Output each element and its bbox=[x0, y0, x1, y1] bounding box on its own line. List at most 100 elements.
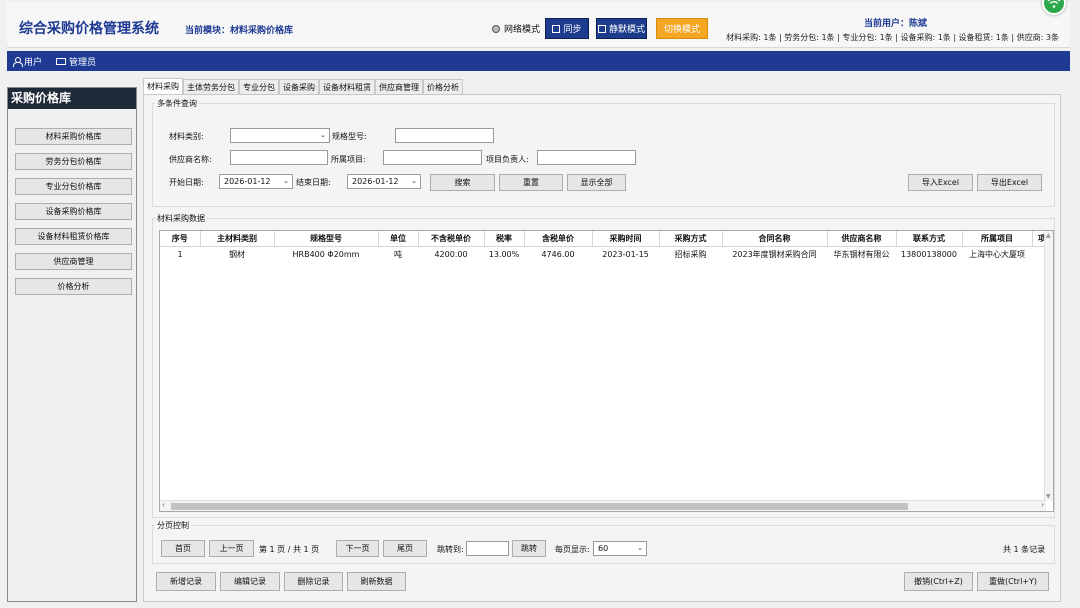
end-date-picker[interactable]: 2026-01-12 ⌄ bbox=[347, 174, 421, 189]
sync-icon bbox=[552, 24, 561, 33]
column-header[interactable]: 采购时间 bbox=[592, 231, 660, 247]
column-header[interactable]: 主材料类别 bbox=[200, 231, 275, 247]
table-cell: 钢材 bbox=[229, 249, 245, 259]
user-menu-label: 用户 bbox=[24, 57, 43, 68]
record-stats: 材料采购: 1条 | 劳务分包: 1条 | 专业分包: 1条 | 设备采购: 1… bbox=[726, 33, 1059, 42]
column-header[interactable]: 不含税单价 bbox=[418, 231, 485, 247]
tab-labor-subcontract[interactable]: 主体劳务分包 bbox=[183, 79, 239, 94]
sync-button[interactable]: 同步 bbox=[545, 18, 589, 39]
current-module-label: 当前模块：材料采购价格库 bbox=[185, 26, 294, 36]
column-header[interactable]: 税率 bbox=[484, 231, 525, 247]
undo-button[interactable]: 撤销(Ctrl+Z) bbox=[904, 572, 973, 591]
switch-mode-button[interactable]: 切换模式 bbox=[656, 18, 708, 39]
admin-menu[interactable]: 管理员 bbox=[56, 55, 96, 68]
first-page-button[interactable]: 首页 bbox=[161, 540, 205, 557]
table-cell: 13800138000 bbox=[901, 249, 957, 259]
tab-supplier-management[interactable]: 供应商管理 bbox=[375, 79, 423, 94]
spec-label: 规格型号: bbox=[332, 132, 367, 141]
table-cell: 招标采购 bbox=[674, 249, 707, 259]
sidebar-item-equipment-rental[interactable]: 设备材料租赁价格库 bbox=[15, 228, 132, 245]
horizontal-scroll-thumb[interactable] bbox=[171, 503, 908, 510]
delete-record-button[interactable]: 删除记录 bbox=[284, 572, 343, 591]
redo-button[interactable]: 重做(Ctrl+Y) bbox=[977, 572, 1049, 591]
vertical-scrollbar[interactable]: ▲ ▼ bbox=[1044, 231, 1053, 501]
reset-button[interactable]: 重置 bbox=[499, 174, 563, 191]
search-button[interactable]: 搜索 bbox=[430, 174, 495, 191]
silent-mode-icon bbox=[597, 24, 606, 33]
tab-special-subcontract[interactable]: 专业分包 bbox=[239, 79, 279, 94]
export-excel-button[interactable]: 导出Excel bbox=[977, 174, 1042, 191]
network-status-icon bbox=[492, 24, 500, 33]
edit-record-button[interactable]: 编辑记录 bbox=[220, 572, 280, 591]
scroll-right-icon[interactable]: › bbox=[1041, 501, 1044, 509]
horizontal-scrollbar[interactable]: ‹ › bbox=[160, 500, 1046, 511]
scroll-up-icon[interactable]: ▲ bbox=[1046, 232, 1051, 239]
jump-page-input[interactable] bbox=[466, 541, 509, 556]
add-record-button[interactable]: 新增记录 bbox=[156, 572, 216, 591]
sidebar-title: 采购价格库 bbox=[8, 88, 136, 109]
column-header[interactable]: 采购方式 bbox=[659, 231, 723, 247]
sidebar-item-equipment-purchase[interactable]: 设备采购价格库 bbox=[15, 203, 132, 220]
spec-input[interactable] bbox=[395, 128, 494, 143]
chevron-down-icon: ⌄ bbox=[411, 177, 417, 185]
tab-price-analysis[interactable]: 价格分析 bbox=[423, 79, 463, 94]
column-header[interactable]: 合同名称 bbox=[722, 231, 828, 247]
material-type-select[interactable]: ⌄ bbox=[230, 128, 330, 143]
sidebar: 采购价格库 材料采购价格库 劳务分包价格库 专业分包价格库 设备采购价格库 设备… bbox=[7, 87, 137, 602]
project-input[interactable] bbox=[383, 150, 482, 165]
tab-equipment-rental[interactable]: 设备材料租赁 bbox=[319, 79, 375, 94]
table-row[interactable]: 1 钢材 HRB400 Φ20mm 吨 4200.00 13.00% 4746.… bbox=[160, 246, 1052, 262]
prev-page-button[interactable]: 上一页 bbox=[209, 540, 254, 557]
app-header: 综合采购价格管理系统 当前模块：材料采购价格库 网络模式 同步 静默模式 切换模… bbox=[7, 2, 1070, 48]
end-date-value: 2026-01-12 bbox=[352, 177, 399, 186]
supplier-name-label: 供应商名称: bbox=[169, 155, 212, 164]
admin-menu-label: 管理员 bbox=[69, 57, 97, 68]
top-nav-bar: 用户 管理员 bbox=[7, 51, 1070, 71]
sidebar-item-special-subcontract[interactable]: 专业分包价格库 bbox=[15, 178, 132, 195]
show-all-button[interactable]: 显示全部 bbox=[567, 174, 626, 191]
import-excel-button[interactable]: 导入Excel bbox=[908, 174, 973, 191]
column-header[interactable]: 供应商名称 bbox=[827, 231, 897, 247]
project-manager-label: 项目负责人: bbox=[486, 155, 529, 164]
column-header[interactable]: 规格型号 bbox=[274, 231, 379, 247]
column-header[interactable]: 单位 bbox=[378, 231, 419, 247]
jump-button[interactable]: 跳转 bbox=[512, 540, 546, 557]
table-cell: 4746.00 bbox=[541, 249, 575, 259]
tab-material-purchase[interactable]: 材料采购 bbox=[143, 78, 183, 94]
refresh-data-button[interactable]: 刷新数据 bbox=[347, 572, 406, 591]
sidebar-item-labor-subcontract[interactable]: 劳务分包价格库 bbox=[15, 153, 132, 170]
tab-equipment-purchase[interactable]: 设备采购 bbox=[279, 79, 319, 94]
total-records: 共 1 条记录 bbox=[1003, 545, 1046, 554]
start-date-picker[interactable]: 2026-01-12 ⌄ bbox=[219, 174, 293, 189]
chevron-down-icon: ⌄ bbox=[283, 177, 289, 185]
per-page-select[interactable]: 60 ⌄ bbox=[593, 541, 647, 556]
current-user-label: 当前用户：陈斌 bbox=[864, 19, 928, 29]
column-header[interactable]: 联系方式 bbox=[896, 231, 963, 247]
column-header[interactable]: 含税单价 bbox=[524, 231, 593, 247]
project-label: 所属项目: bbox=[331, 155, 366, 164]
column-header[interactable]: 序号 bbox=[160, 231, 201, 247]
user-menu[interactable]: 用户 bbox=[13, 55, 42, 68]
start-date-label: 开始日期: bbox=[169, 178, 204, 187]
sidebar-item-material-purchase[interactable]: 材料采购价格库 bbox=[15, 128, 132, 145]
scroll-down-icon[interactable]: ▼ bbox=[1046, 493, 1051, 500]
start-date-value: 2026-01-12 bbox=[224, 177, 271, 186]
wifi-glyph bbox=[1047, 0, 1061, 8]
project-manager-input[interactable] bbox=[537, 150, 636, 165]
per-page-value: 60 bbox=[598, 544, 609, 553]
network-mode-label: 网络模式 bbox=[504, 25, 541, 35]
sidebar-item-price-analysis[interactable]: 价格分析 bbox=[15, 278, 132, 295]
next-page-button[interactable]: 下一页 bbox=[336, 540, 379, 557]
material-type-label: 材料类别: bbox=[169, 132, 204, 141]
supplier-name-input[interactable] bbox=[230, 150, 328, 165]
data-table: 序号 主材料类别 规格型号 单位 不含税单价 税率 含税单价 采购时间 采购方式… bbox=[159, 230, 1054, 512]
chevron-down-icon: ⌄ bbox=[320, 131, 326, 139]
scroll-left-icon[interactable]: ‹ bbox=[162, 501, 165, 509]
table-cell: 13.00% bbox=[488, 249, 520, 259]
table-cell: 1 bbox=[177, 249, 183, 259]
column-header[interactable]: 所属项目 bbox=[962, 231, 1033, 247]
table-cell: HRB400 Φ20mm bbox=[292, 249, 360, 259]
silent-mode-button[interactable]: 静默模式 bbox=[596, 18, 647, 39]
last-page-button[interactable]: 尾页 bbox=[383, 540, 427, 557]
sidebar-item-supplier-management[interactable]: 供应商管理 bbox=[15, 253, 132, 270]
